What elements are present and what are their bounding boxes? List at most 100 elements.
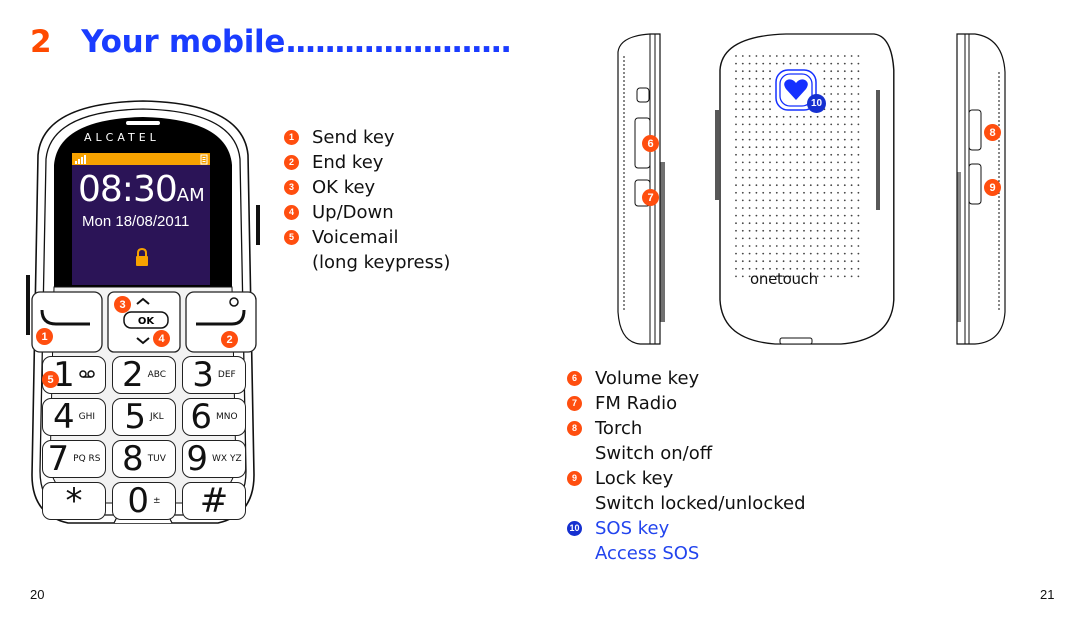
speaker-dot	[857, 77, 860, 80]
speaker-dot	[857, 93, 860, 95]
speaker-dot	[809, 237, 812, 240]
speaker-dot	[809, 115, 812, 118]
legend-description: (long keypress)	[312, 252, 451, 273]
key-6[interactable]: 6 MNO	[182, 398, 246, 436]
key-4[interactable]: 4 GHI	[42, 398, 106, 436]
speaker-dot	[816, 169, 819, 171]
speaker-dot	[741, 214, 744, 217]
speaker-dot	[775, 184, 778, 187]
brand-logo: ALCATEL	[84, 131, 160, 144]
speaker-dot	[796, 222, 799, 225]
key-star[interactable]: *	[42, 482, 106, 520]
speaker-dot	[735, 93, 737, 95]
speaker-dot	[748, 153, 751, 156]
speaker-dot	[775, 252, 778, 255]
speaker-dot	[816, 184, 819, 187]
onetouch-logo: onetouch	[750, 270, 818, 288]
speaker-dot	[748, 176, 751, 179]
speaker-dot	[850, 70, 853, 73]
speaker-dot	[830, 245, 833, 247]
key-7[interactable]: 7 PQ RS	[42, 440, 106, 478]
speaker-dot	[837, 62, 839, 65]
key-hash[interactable]: #	[182, 482, 246, 520]
speaker-dot	[823, 55, 826, 57]
speaker-dot	[775, 222, 778, 225]
speaker-dot	[748, 245, 751, 247]
speaker-dot	[850, 77, 853, 80]
key-0[interactable]: 0 ±	[112, 482, 176, 520]
speaker-dot	[782, 62, 785, 65]
speaker-dot	[789, 146, 792, 149]
speaker-dot	[796, 237, 799, 240]
speaker-dot	[735, 222, 737, 225]
speaker-dot	[755, 161, 758, 164]
torch-switch	[968, 109, 982, 151]
speaker-dot	[755, 252, 758, 255]
speaker-dot	[843, 115, 846, 118]
key-9[interactable]: 9 WX YZ	[182, 440, 246, 478]
speaker-dot	[830, 222, 833, 225]
speaker-dot	[803, 237, 805, 240]
speaker-dot	[837, 199, 839, 202]
speaker-dot	[782, 153, 785, 156]
speaker-dot	[769, 237, 771, 240]
speaker-dot	[782, 161, 785, 164]
speaker-dot	[823, 207, 826, 209]
speaker-dot	[796, 138, 799, 141]
speaker-dot	[803, 252, 805, 255]
speaker-dot	[769, 123, 771, 126]
speaker-dot	[809, 161, 812, 164]
speaker-dot	[843, 267, 846, 270]
speaker-dot	[748, 93, 751, 95]
key-digit: 4	[52, 397, 75, 437]
speaker-dot	[843, 176, 846, 179]
callout-5: 5	[42, 371, 59, 388]
speaker-dot	[782, 207, 785, 209]
legend-label: Torch	[595, 418, 643, 439]
speaker-dot	[741, 70, 744, 73]
speaker-dot	[857, 275, 860, 278]
speaker-dot	[803, 207, 805, 209]
speaker-dot	[857, 146, 860, 149]
speaker-dot	[823, 260, 826, 263]
number-badge: 9	[567, 471, 582, 486]
speaker-dot	[762, 100, 765, 103]
speaker-dot	[823, 252, 826, 255]
speaker-dot	[803, 222, 805, 225]
speaker-dot	[735, 153, 737, 156]
speaker-dot	[755, 260, 758, 263]
speaker-dot	[741, 191, 744, 194]
speaker-dot	[762, 245, 765, 247]
speaker-dot	[775, 115, 778, 118]
key-letters: JKL	[150, 411, 164, 422]
speaker-dot	[857, 100, 860, 103]
speaker-dot	[850, 115, 853, 118]
key-3[interactable]: 3 DEF	[182, 356, 246, 394]
number-badge: 4	[284, 205, 299, 220]
speaker-dot	[816, 260, 819, 263]
key-5[interactable]: 5 JKL	[112, 398, 176, 436]
speaker-dot	[748, 191, 751, 194]
page-heading: 2 Your mobile.......................	[30, 24, 512, 60]
key-2[interactable]: 2 ABC	[112, 356, 176, 394]
key-letters: GHI	[78, 411, 96, 422]
speaker-dot	[837, 123, 839, 126]
speaker-dot	[809, 62, 812, 65]
legend-item: 6 Volume key	[567, 366, 806, 391]
speaker-dot	[837, 161, 839, 164]
speaker-dot	[775, 191, 778, 194]
speaker-dot	[857, 161, 860, 164]
speaker-dot	[837, 146, 839, 149]
speaker-dot	[803, 131, 805, 133]
speaker-dot	[789, 123, 792, 126]
speaker-dot	[830, 115, 833, 118]
speaker-dot	[850, 123, 853, 126]
speaker-dot	[735, 138, 737, 141]
speaker-dot	[741, 169, 744, 171]
speaker-dot	[857, 252, 860, 255]
speaker-dot	[755, 176, 758, 179]
speaker-dot	[782, 138, 785, 141]
speaker-dot	[769, 131, 771, 133]
speaker-dot	[850, 245, 853, 247]
key-8[interactable]: 8 TUV	[112, 440, 176, 478]
